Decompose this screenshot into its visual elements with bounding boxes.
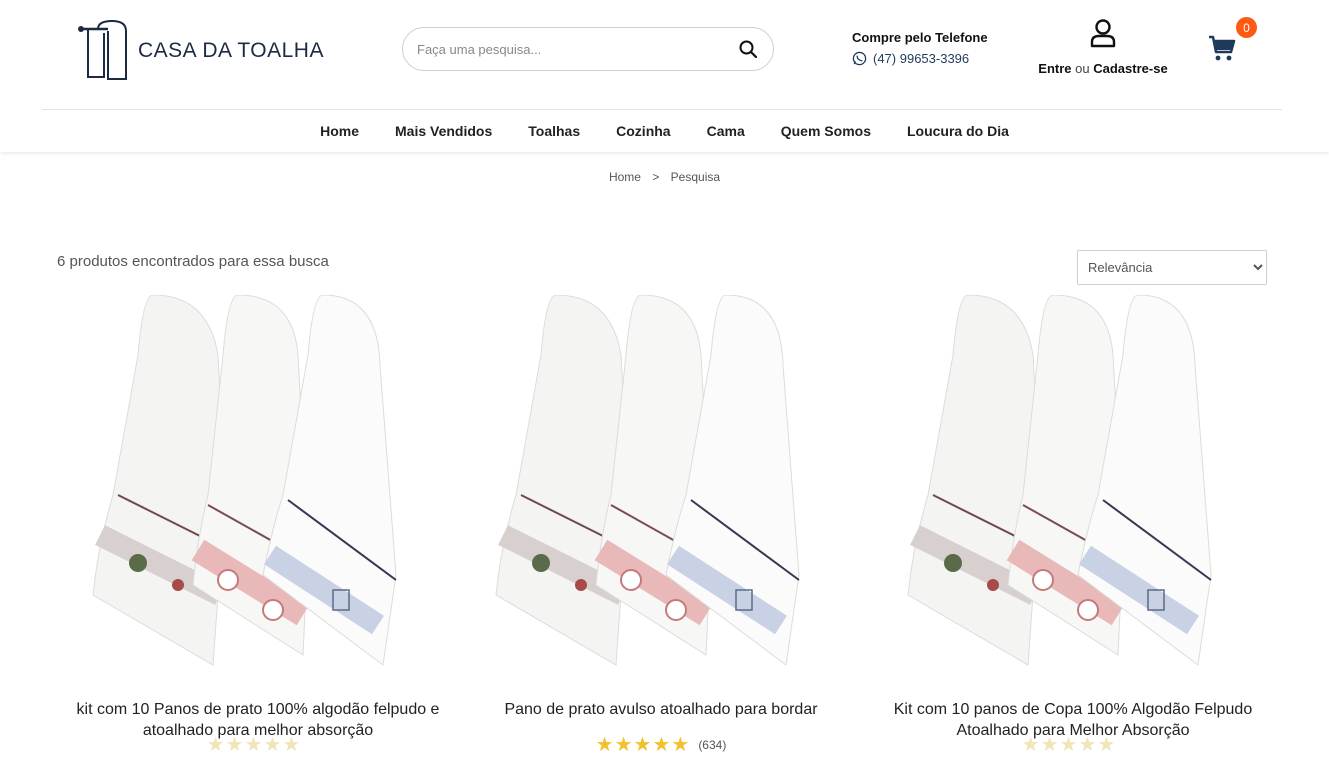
- towel-logo-icon: [78, 19, 127, 80]
- product-card[interactable]: kit com 10 Panos de prato 100% algodão f…: [58, 295, 458, 758]
- header: CASA DA TOALHA Compre pelo Telefone (47)…: [0, 0, 1329, 110]
- cart-count-badge: 0: [1236, 17, 1257, 38]
- breadcrumb-home[interactable]: Home: [609, 170, 641, 184]
- product-image[interactable]: [873, 295, 1273, 680]
- search-button[interactable]: [737, 38, 759, 60]
- phone-number: (47) 99653-3396: [873, 51, 970, 66]
- breadcrumb-separator: >: [652, 170, 660, 184]
- rating-stars: ★★★★★: [1021, 734, 1117, 756]
- cart-button[interactable]: [1207, 33, 1239, 65]
- breadcrumb: Home > Pesquisa: [0, 170, 1329, 184]
- search-input[interactable]: [417, 41, 737, 57]
- breadcrumb-current: Pesquisa: [670, 170, 721, 184]
- account-links: Entre ou Cadastre-se: [1028, 61, 1178, 76]
- result-count: 6 produtos encontrados para essa busca: [57, 253, 329, 270]
- search-icon: [739, 40, 757, 58]
- nav-loucura-do-dia[interactable]: Loucura do Dia: [907, 123, 1009, 139]
- product-card[interactable]: Kit com 10 panos de Copa 100% Algodão Fe…: [873, 295, 1273, 758]
- sort-select[interactable]: Relevância: [1077, 250, 1267, 285]
- main-nav: Home Mais Vendidos Toalhas Cozinha Cama …: [0, 110, 1329, 152]
- product-title[interactable]: Pano de prato avulso atoalhado para bord…: [461, 699, 861, 720]
- product-card[interactable]: Pano de prato avulso atoalhado para bord…: [461, 295, 861, 758]
- product-image[interactable]: [58, 295, 458, 680]
- rating-stars: ★★★★★: [206, 734, 302, 756]
- product-image[interactable]: [461, 295, 861, 680]
- brand-name: CASA DA TOALHA: [138, 39, 324, 62]
- rating-count: (634): [698, 737, 727, 752]
- search-bar: [402, 27, 774, 71]
- rating-stars: ★★★★★: [595, 734, 691, 756]
- product-rating: ★★★★★: [873, 732, 1273, 757]
- account-menu[interactable]: Entre ou Cadastre-se: [1028, 18, 1178, 76]
- product-rating: ★★★★★: [58, 732, 458, 757]
- product-rating: ★★★★★ (634): [461, 732, 861, 757]
- account-or: ou: [1075, 61, 1090, 76]
- register-link[interactable]: Cadastre-se: [1093, 61, 1167, 76]
- nav-cama[interactable]: Cama: [707, 123, 745, 139]
- logo[interactable]: CASA DA TOALHA: [78, 18, 338, 84]
- phone-link[interactable]: (47) 99653-3396: [852, 51, 1022, 66]
- whatsapp-icon: [852, 51, 867, 66]
- user-icon: [1090, 19, 1116, 48]
- nav-toalhas[interactable]: Toalhas: [528, 123, 580, 139]
- cart-icon: [1209, 35, 1236, 61]
- nav-quem-somos[interactable]: Quem Somos: [781, 123, 871, 139]
- product-grid: kit com 10 Panos de prato 100% algodão f…: [0, 295, 1329, 758]
- nav-home[interactable]: Home: [320, 123, 359, 139]
- login-link[interactable]: Entre: [1038, 61, 1071, 76]
- phone-title: Compre pelo Telefone: [852, 30, 988, 45]
- nav-cozinha[interactable]: Cozinha: [616, 123, 670, 139]
- nav-mais-vendidos[interactable]: Mais Vendidos: [395, 123, 492, 139]
- phone-contact: Compre pelo Telefone (47) 99653-3396: [852, 30, 1022, 66]
